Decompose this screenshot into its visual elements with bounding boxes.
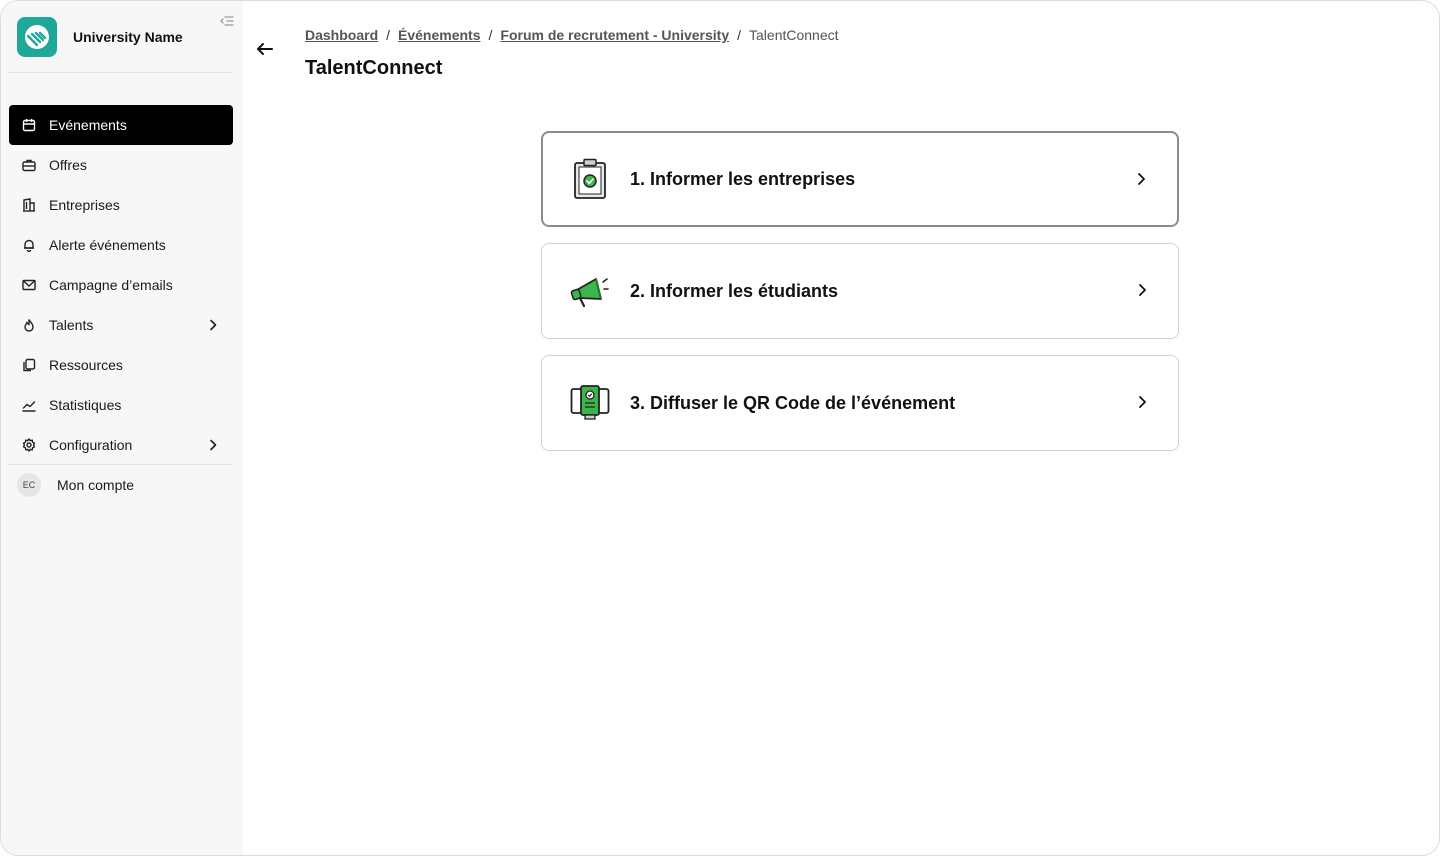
mail-icon: [21, 277, 37, 293]
action-cards: 1. Informer les entreprises 2. Informer …: [541, 131, 1179, 467]
briefcase-icon: [21, 157, 37, 173]
sidebar-item-mon-compte[interactable]: EC Mon compte: [9, 465, 233, 505]
sidebar-divider: [9, 72, 233, 73]
breadcrumb-separator: /: [488, 27, 493, 43]
breadcrumb-link-evenements[interactable]: Événements: [398, 27, 480, 43]
sidebar-item-offres[interactable]: Offres: [9, 145, 233, 185]
card-label: 1. Informer les entreprises: [630, 168, 856, 189]
breadcrumb-link-forum[interactable]: Forum de recrutement - University: [500, 27, 729, 43]
account-label: Mon compte: [57, 477, 135, 493]
sidebar-item-label: Campagne d’emails: [49, 277, 173, 293]
chevron-right-icon: [1134, 394, 1150, 410]
app-window: University Name Evénements Offres Entrep…: [0, 0, 1440, 856]
sidebar-item-statistiques[interactable]: Statistiques: [9, 385, 233, 425]
sidebar-item-label: Entreprises: [49, 197, 120, 213]
sidebar-item-label: Statistiques: [49, 397, 122, 413]
sidebar-item-evenements[interactable]: Evénements: [9, 105, 233, 145]
sidebar-item-label: Configuration: [49, 437, 133, 453]
sidebar-item-label: Talents: [49, 317, 94, 333]
chevron-right-icon: [1133, 171, 1149, 187]
breadcrumb: Dashboard / Événements / Forum de recrutemen…: [305, 27, 839, 43]
back-arrow-icon[interactable]: [255, 39, 275, 59]
bell-icon: [21, 237, 37, 253]
sidebar-item-alerte-evenements[interactable]: Alerte événements: [9, 225, 233, 265]
brand-name: University Name: [73, 29, 183, 45]
card-informer-etudiants[interactable]: 2. Informer les étudiants: [541, 243, 1179, 339]
sidebar-item-label: Offres: [49, 157, 87, 173]
sidebar: University Name Evénements Offres Entrep…: [1, 1, 243, 855]
university-logo-icon[interactable]: [17, 17, 57, 57]
card-diffuser-qr-code[interactable]: 3. Diffuser le QR Code de l’événement: [541, 355, 1179, 451]
sidebar-item-entreprises[interactable]: Entreprises: [9, 185, 233, 225]
megaphone-icon: [570, 271, 610, 311]
sidebar-item-label: Ressources: [49, 357, 123, 373]
breadcrumb-separator: /: [737, 27, 742, 43]
chart-icon: [21, 397, 37, 413]
page-title: TalentConnect: [305, 57, 443, 79]
sidebar-item-ressources[interactable]: Ressources: [9, 345, 233, 385]
sidebar-item-configuration[interactable]: Configuration: [9, 425, 233, 465]
gear-icon: [21, 437, 37, 453]
calendar-icon: [21, 117, 37, 133]
avatar: EC: [17, 473, 41, 497]
breadcrumb-link-dashboard[interactable]: Dashboard: [305, 27, 378, 43]
sidebar-item-talents[interactable]: Talents: [9, 305, 233, 345]
building-icon: [21, 197, 37, 213]
sidebar-item-label: Alerte événements: [49, 237, 166, 253]
flame-icon: [21, 317, 37, 333]
chevron-right-icon: [1134, 282, 1150, 298]
breadcrumb-current: TalentConnect: [749, 27, 839, 43]
sidebar-item-campagne-emails[interactable]: Campagne d’emails: [9, 265, 233, 305]
copy-icon: [21, 357, 37, 373]
card-label: 3. Diffuser le QR Code de l’événement: [630, 392, 956, 413]
breadcrumb-separator: /: [386, 27, 391, 43]
chevron-right-icon: [205, 437, 221, 453]
chevron-right-icon: [205, 317, 221, 333]
qr-screen-icon: [570, 383, 610, 423]
card-label: 2. Informer les étudiants: [630, 280, 839, 301]
sidebar-nav: Evénements Offres Entreprises Alerte évé…: [9, 105, 233, 465]
card-informer-entreprises[interactable]: 1. Informer les entreprises: [541, 131, 1179, 227]
brand: University Name: [17, 17, 233, 57]
clipboard-check-icon: [570, 158, 610, 199]
collapse-sidebar-icon[interactable]: [219, 13, 235, 29]
sidebar-item-label: Evénements: [49, 117, 127, 133]
